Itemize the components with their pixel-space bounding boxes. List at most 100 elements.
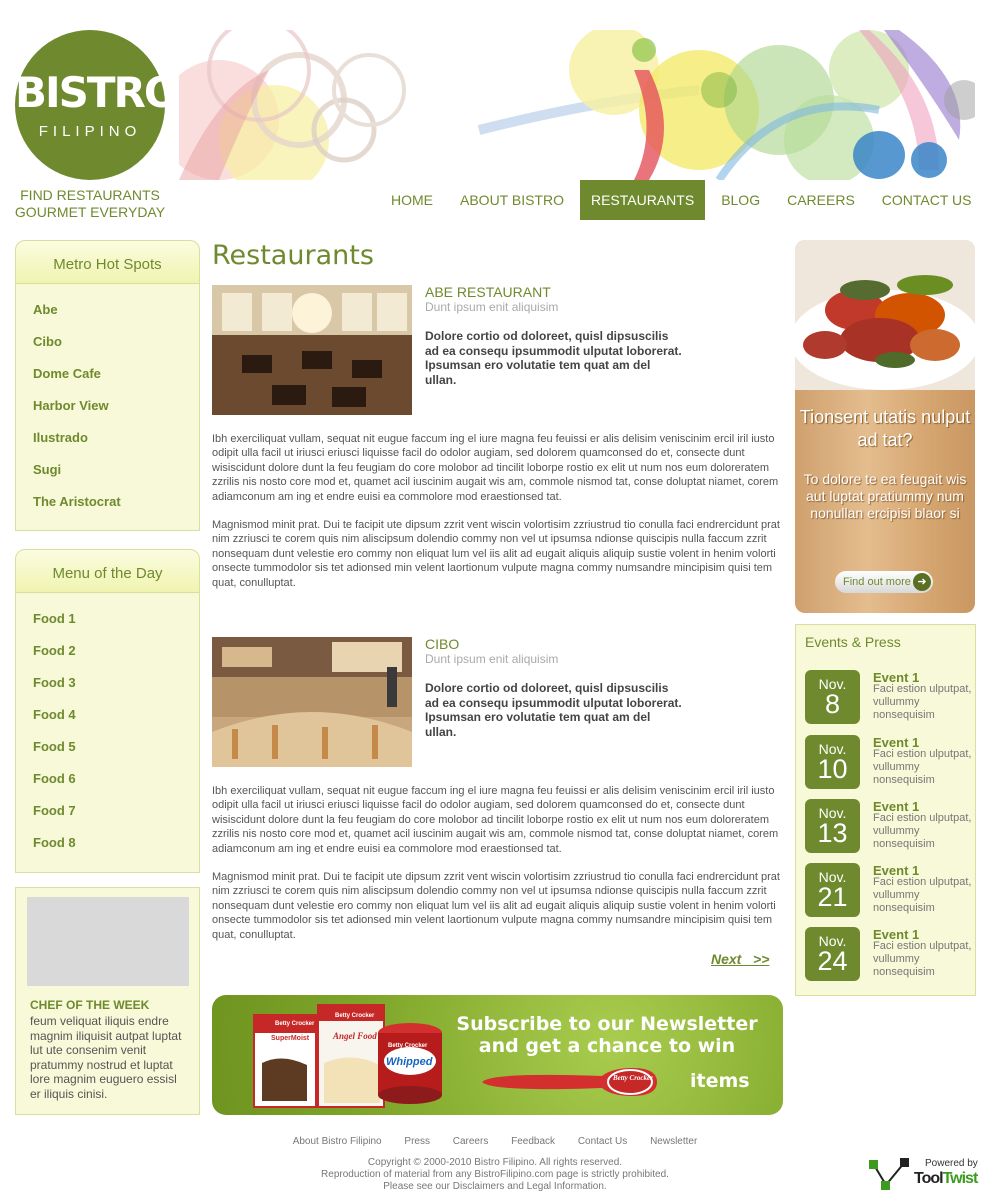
promo-panel: Tionsent utatis nulput ad tat? To dolore… [795,240,975,613]
restaurant-subtitle: Dunt ipsum enit aliquisim [425,300,559,314]
event-date-badge: Nov. 24 [805,927,860,981]
menu-of-day-title: Menu of the Day [16,550,199,593]
logo-subtitle: FILIPINO [38,123,142,140]
nav-home[interactable]: HOME [380,180,444,220]
hot-spot-item[interactable]: Dome Cafe [16,358,199,390]
restaurant-name[interactable]: ABE RESTAURANT [425,284,551,300]
powered-by-label: Powered by [925,1158,978,1169]
nav-contact-us[interactable]: CONTACT US [871,180,983,220]
find-out-more-button[interactable]: Find out more ➜ [835,571,933,593]
chef-description: feum veliquat iliquis endre magnim iliqu… [30,1014,182,1101]
promo-answer: To dolore te ea feugait wis aut luptat p… [803,471,967,521]
menu-item[interactable]: Food 5 [16,731,199,763]
hot-spots-title: Metro Hot Spots [16,241,199,284]
event-item[interactable]: Nov. 24 Event 1 Faci estion ulputpat, vu… [805,927,975,983]
restaurant-paragraph: Ibh exerciliquat vullam, sequat nit eugu… [212,433,779,503]
newsletter-banner[interactable]: Betty Crocker SuperMoist Betty Crocker A… [212,995,783,1115]
nav-blog[interactable]: BLOG [710,180,771,220]
menu-item[interactable]: Food 2 [16,635,199,667]
event-item[interactable]: Nov. 13 Event 1 Faci estion ulputpat, vu… [805,799,975,855]
restaurant-paragraph: Magnismod minit prat. Dui te facipit ute… [212,519,780,589]
footer-link-feedback[interactable]: Feedback [511,1136,555,1147]
hot-spot-item[interactable]: Abe [16,294,199,326]
nav-about-bistro[interactable]: ABOUT BISTRO [449,180,575,220]
tooltwist-word-tool: Tool [914,1170,944,1187]
box2-brand-label: Betty Crocker [335,1013,375,1019]
tagline: FIND RESTAURANTS GOURMET EVERYDAY [10,187,170,221]
tub-brand-label: Betty Crocker [388,1043,428,1049]
event-day: 8 [824,689,841,719]
event-date-badge: Nov. 10 [805,735,860,789]
box2-product-label: Angel Food [332,1031,377,1041]
restaurant-subtitle: Dunt ipsum enit aliquisim [425,652,559,666]
restaurant-paragraph: Ibh exerciliquat vullam, sequat nit eugu… [212,785,779,855]
powered-by-tooltwist[interactable]: Powered by ToolTwist [868,1155,978,1195]
nav-careers[interactable]: CAREERS [776,180,866,220]
event-item[interactable]: Nov. 8 Event 1 Faci estion ulputpat, vul… [805,670,975,726]
menu-item[interactable]: Food 4 [16,699,199,731]
hot-spot-item[interactable]: Ilustrado [16,422,199,454]
chef-title: CHEF OF THE WEEK [30,998,150,1012]
event-date-badge: Nov. 21 [805,863,860,917]
menu-item[interactable]: Food 3 [16,667,199,699]
restaurant-paragraph: Magnismod minit prat. Dui te facipit ute… [212,871,780,941]
menu-of-day-list: Food 1 Food 2 Food 3 Food 4 Food 5 Food … [16,593,199,859]
event-item[interactable]: Nov. 21 Event 1 Faci estion ulputpat, vu… [805,863,975,919]
event-description: Faci estion ulputpat, vullummy nonsequis… [873,940,972,978]
site-logo[interactable]: BISTRO FILIPINO [15,30,180,180]
event-description: Faci estion ulputpat, vullummy nonsequis… [873,748,972,786]
menu-item[interactable]: Food 1 [16,603,199,635]
footer-link-press[interactable]: Press [404,1136,430,1147]
footer-link-careers[interactable]: Careers [453,1136,489,1147]
hot-spots-list: Abe Cibo Dome Cafe Harbor View Ilustrado… [16,284,199,518]
spoon-brand-label: Betty Crocker [612,1074,653,1082]
tooltwist-word-twist: Twist [942,1170,979,1187]
newsletter-items-text: items [690,1070,750,1092]
tooltwist-wordmark: ToolTwist [914,1170,979,1188]
newsletter-headline-2: and get a chance to win [478,1035,736,1057]
spoon-icon: Betty Crocker [482,1068,657,1096]
menu-item[interactable]: Food 7 [16,795,199,827]
footer-link-newsletter[interactable]: Newsletter [650,1136,697,1147]
logo-title: BISTRO [15,68,180,117]
footer-links: About Bistro Filipino Press Careers Feed… [0,1136,990,1147]
event-description: Faci estion ulputpat, vullummy nonsequis… [873,876,972,914]
main-nav: HOME ABOUT BISTRO RESTAURANTS BLOG CAREE… [380,180,988,220]
event-day: 21 [817,882,848,912]
events-press-box: Events & Press Nov. 8 Event 1 Faci estio… [795,624,976,996]
chef-photo-placeholder [27,897,189,986]
footer-disclaimer[interactable]: Please see our Disclaimers and Legal Inf… [0,1181,990,1192]
tagline-line-2: GOURMET EVERYDAY [14,204,166,220]
tooltwist-logo-icon [869,1158,909,1190]
event-day: 10 [817,754,848,784]
event-day: 13 [817,818,848,848]
abe-restaurant-photo[interactable] [212,285,412,415]
hot-spot-item[interactable]: The Aristocrat [16,486,199,518]
restaurant-name[interactable]: CIBO [425,636,459,652]
newsletter-headline-1: Subscribe to our Newsletter [456,1013,758,1035]
event-date-badge: Nov. 13 [805,799,860,853]
event-item[interactable]: Nov. 10 Event 1 Faci estion ulputpat, vu… [805,735,975,791]
menu-item[interactable]: Food 8 [16,827,199,859]
arrow-right-icon: ➜ [913,573,931,591]
menu-item[interactable]: Food 6 [16,763,199,795]
find-out-more-label: Find out more [843,576,911,588]
hot-spots-box: Metro Hot Spots Abe Cibo Dome Cafe Harbo… [15,240,200,531]
cibo-restaurant-photo[interactable] [212,637,412,767]
next-page-link[interactable]: Next >> [711,951,769,967]
event-day: 24 [817,946,848,976]
tub-product-label: Whipped [386,1056,433,1068]
events-title: Events & Press [805,634,901,650]
nav-restaurants[interactable]: RESTAURANTS [579,180,706,220]
chef-of-week-box: CHEF OF THE WEEK feum veliquat iliquis e… [15,887,200,1115]
hot-spot-item[interactable]: Cibo [16,326,199,358]
promo-food-photo [795,240,975,390]
hot-spot-item[interactable]: Sugi [16,454,199,486]
footer-reproduction: Reproduction of material from any Bistro… [321,1169,669,1180]
restaurant-lead: Dolore cortio od doloreet, quisl dipsusc… [425,681,682,739]
footer-copyright: Copyright © 2000-2010 Bistro Filipino. A… [367,1157,623,1168]
footer-link-contact[interactable]: Contact Us [578,1136,627,1147]
promo-question: Tionsent utatis nulput ad tat? [799,407,971,450]
hot-spot-item[interactable]: Harbor View [16,390,199,422]
footer-link-about[interactable]: About Bistro Filipino [293,1136,382,1147]
